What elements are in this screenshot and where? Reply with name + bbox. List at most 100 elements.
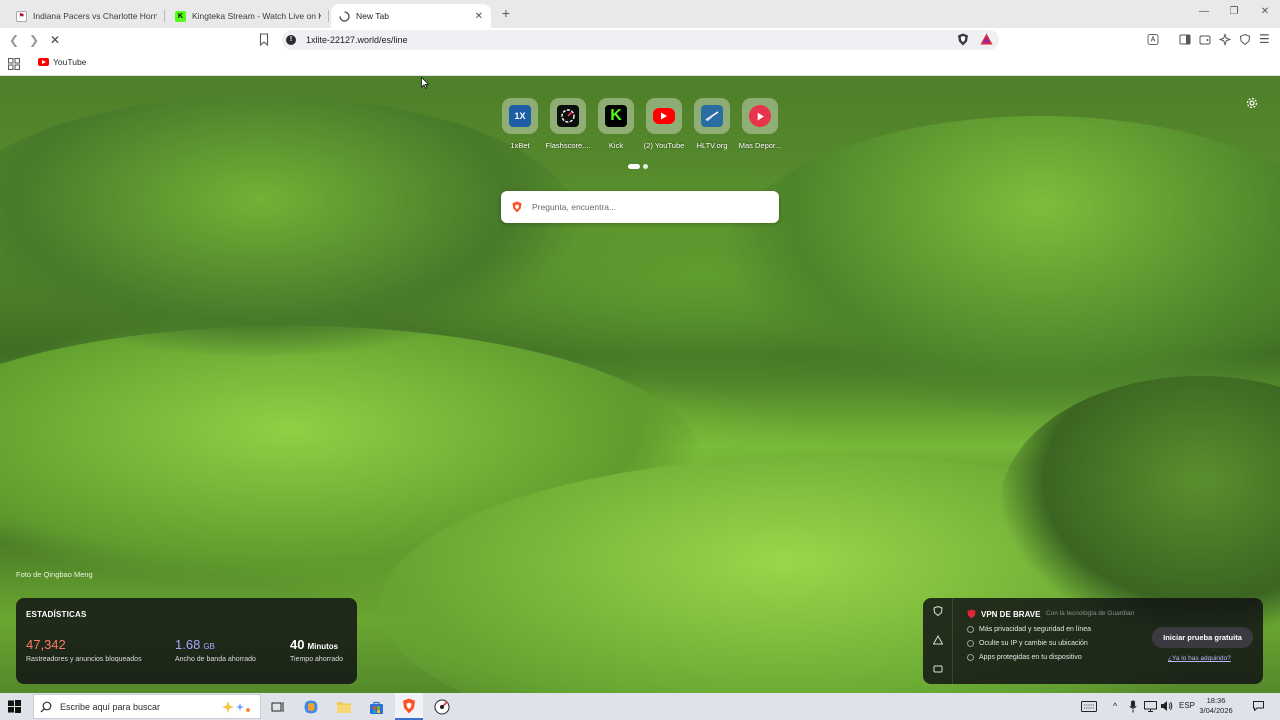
toolbar: ❮ ❯ ✕ ! 1xlite-22127.world/es/line ☰ <box>0 28 1280 52</box>
taskbar-app-brave[interactable] <box>395 693 423 720</box>
page-dot-2[interactable] <box>643 164 648 169</box>
brave-rewards-icon[interactable] <box>980 33 993 45</box>
menu-icon[interactable]: ☰ <box>1259 32 1271 46</box>
stat-value: 40 <box>290 637 305 652</box>
play-icon <box>749 105 771 127</box>
url-text: 1xlite-22127.world/es/line <box>306 35 408 45</box>
vpn-widget: VPN DE BRAVE Con la tecnología de Guardi… <box>923 598 1263 684</box>
close-window-icon[interactable]: ✕ <box>1257 6 1273 17</box>
task-view-icon <box>271 702 284 712</box>
windows-taskbar: Escribe aquí para buscar ^ ESP 18:36 3/0… <box>0 693 1280 720</box>
youtube-icon <box>653 108 675 124</box>
new-tab-button[interactable]: + <box>498 5 514 21</box>
stat-bandwidth: 1.68 GB Ancho de banda ahorrado <box>175 636 256 663</box>
top-site-label: (2) YouTube <box>643 141 685 150</box>
top-site-hltv[interactable]: HLTV.org <box>688 98 736 150</box>
store-icon <box>369 701 383 714</box>
already-purchased-link[interactable]: ¿Ya lo has adquirido? <box>1168 655 1231 662</box>
back-button[interactable]: ❮ <box>6 32 22 48</box>
top-site-1xbet[interactable]: 1X 1xBet <box>496 98 544 150</box>
stat-desc: Ancho de banda ahorrado <box>175 656 256 663</box>
taskbar-app-copilot[interactable] <box>301 697 321 717</box>
cards-icon[interactable] <box>933 664 943 674</box>
search-icon <box>40 701 52 713</box>
keyboard-icon[interactable] <box>1081 701 1097 712</box>
taskbar-search-box[interactable]: Escribe aquí para buscar <box>33 694 261 719</box>
microphone-icon[interactable] <box>1129 700 1137 713</box>
taskbar-app-store[interactable] <box>366 697 386 717</box>
top-site-kick[interactable]: K Kick <box>592 98 640 150</box>
loading-spinner-icon <box>339 10 350 22</box>
minimize-icon[interactable]: — <box>1196 6 1212 17</box>
top-site-icon-frame <box>550 98 586 134</box>
top-site-label: Flashscore.... <box>545 141 591 150</box>
wallet-icon[interactable] <box>1199 33 1211 46</box>
top-sites: 1X 1xBet Flashscore.... K Kick (2) YouTu… <box>496 98 784 150</box>
taskbar-app-file-explorer[interactable] <box>334 697 354 717</box>
kick-icon: K <box>605 105 627 127</box>
sidebar-icon[interactable] <box>1179 33 1191 46</box>
top-site-label: Kick <box>608 141 624 150</box>
search-placeholder: Pregunta, encuentra... <box>532 202 617 212</box>
restore-icon[interactable]: ❐ <box>1226 6 1242 17</box>
bookmark-youtube[interactable]: YouTube <box>38 57 86 67</box>
check-circle-icon <box>967 640 974 647</box>
top-site-icon-frame <box>742 98 778 134</box>
translate-icon[interactable] <box>1147 33 1159 46</box>
top-site-youtube[interactable]: (2) YouTube <box>640 98 688 150</box>
stop-loading-button[interactable]: ✕ <box>47 32 63 48</box>
volume-icon[interactable] <box>1160 700 1173 712</box>
address-bar[interactable]: ! 1xlite-22127.world/es/line <box>282 30 999 50</box>
vpn-toolbar-icon[interactable] <box>1239 33 1251 46</box>
background-hill <box>0 96 580 356</box>
vpn-powered-by: Con la tecnología de Guardian <box>1046 610 1135 617</box>
system-clock[interactable]: 18:36 3/04/2026 <box>1193 696 1239 716</box>
ntp-search-box[interactable]: Pregunta, encuentra... <box>501 191 779 223</box>
bookmark-icon[interactable] <box>259 33 269 46</box>
folder-icon <box>337 702 351 713</box>
leo-ai-icon[interactable] <box>1219 33 1231 46</box>
clock-time: 18:36 <box>1206 696 1226 705</box>
settings-gear-icon[interactable] <box>1246 97 1258 109</box>
close-tab-icon[interactable]: ✕ <box>475 11 483 22</box>
top-site-icon-frame <box>646 98 682 134</box>
clock-date: 3/04/2026 <box>1199 706 1233 715</box>
stat-desc: Tiempo ahorrado <box>290 656 344 663</box>
flashscore-icon <box>557 105 579 127</box>
tab-kingteka[interactable]: K Kingteka Stream - Watch Live on Kick <box>167 4 329 28</box>
vpn-shield-icon[interactable] <box>933 606 943 616</box>
stat-unit: Minutos <box>307 642 339 651</box>
tab-new-tab[interactable]: New Tab ✕ <box>331 4 491 28</box>
page-dot-1[interactable] <box>628 164 640 169</box>
task-view-button[interactable] <box>268 697 288 717</box>
start-trial-button[interactable]: Iniciar prueba gratuita <box>1152 627 1253 648</box>
network-icon[interactable] <box>1144 701 1157 712</box>
site-info-icon[interactable]: ! <box>286 35 296 45</box>
background-hill <box>720 116 1280 416</box>
check-circle-icon <box>967 626 974 633</box>
brave-shields-icon[interactable] <box>957 33 969 46</box>
stats-title: ESTADÍSTICAS <box>26 610 87 619</box>
tab-pacers[interactable]: ⚑ Indiana Pacers vs Charlotte Horne <box>8 4 165 28</box>
apps-grid-icon[interactable] <box>8 58 20 70</box>
photo-credit[interactable]: Foto de Qingbao Meng <box>16 570 93 579</box>
vpn-title: VPN DE BRAVE <box>967 609 1040 619</box>
tab-title: New Tab <box>356 11 389 21</box>
search-highlight-icon <box>222 701 250 713</box>
show-hidden-icons-chevron-icon[interactable]: ^ <box>1113 701 1117 711</box>
vpn-title-text: VPN DE BRAVE <box>981 609 1041 619</box>
rewards-triangle-icon[interactable] <box>933 635 943 645</box>
new-tab-page: 1X 1xBet Flashscore.... K Kick (2) YouTu… <box>0 76 1280 693</box>
top-sites-pager <box>628 164 648 169</box>
vpn-feature-text: Oculte su IP y cambie su ubicación <box>979 640 1088 647</box>
vpn-feature: Más privacidad y seguridad en línea <box>967 626 1091 633</box>
bookmarks-bar: YouTube <box>0 52 1280 76</box>
vpn-feature: Oculte su IP y cambie su ubicación <box>967 640 1088 647</box>
taskbar-app-flashscore[interactable] <box>432 697 452 717</box>
top-site-mas-deportes[interactable]: Mas Depor... <box>736 98 784 150</box>
top-site-flashscore[interactable]: Flashscore.... <box>544 98 592 150</box>
forward-button[interactable]: ❯ <box>26 32 42 48</box>
top-site-icon-frame: 1X <box>502 98 538 134</box>
windows-start-icon[interactable] <box>8 700 21 713</box>
notifications-icon[interactable] <box>1253 701 1264 711</box>
